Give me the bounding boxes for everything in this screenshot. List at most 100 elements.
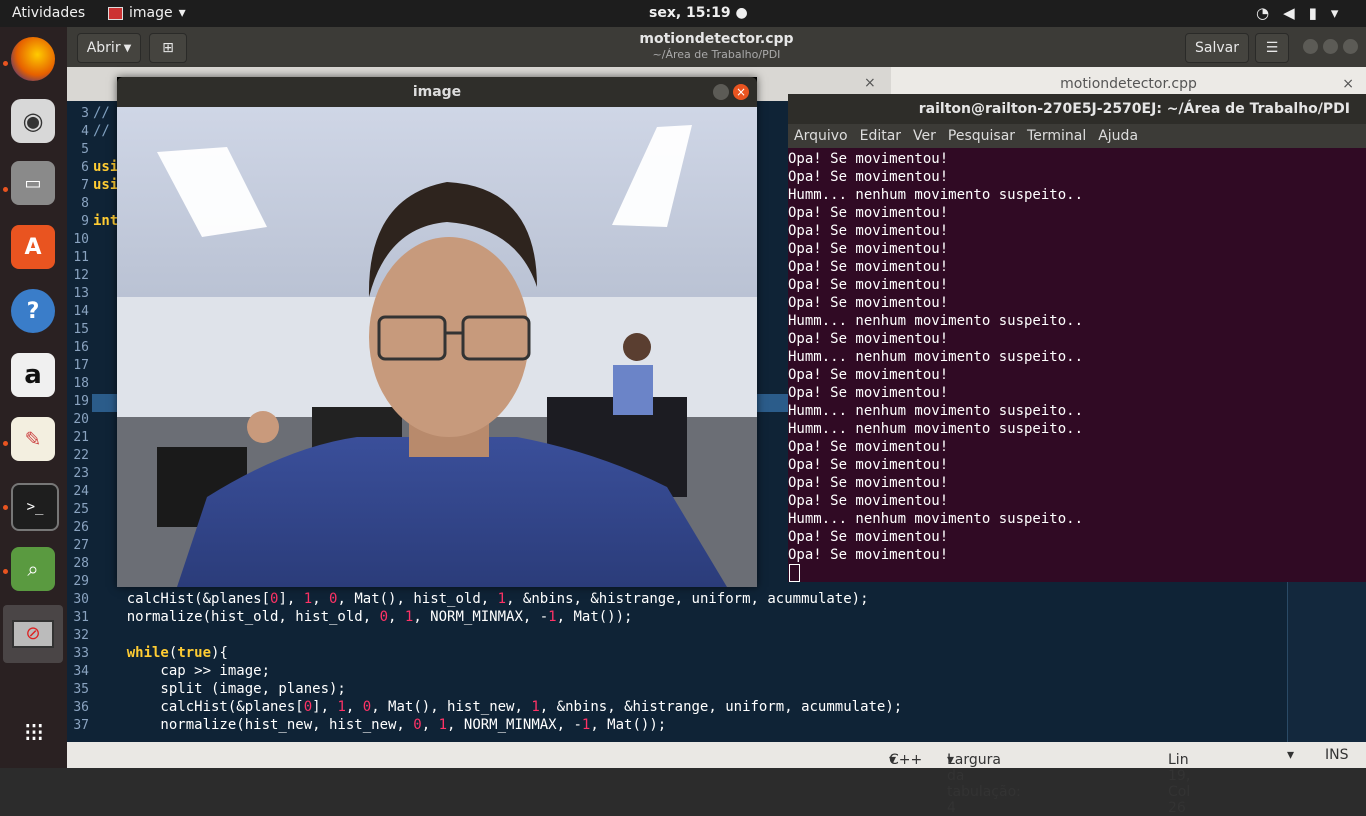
terminal-line: Opa! Se movimentou! [788,385,949,401]
line-number: 5 [81,142,89,157]
code-line: normalize(hist_old, hist_old, 0, 1, NORM… [93,609,633,625]
save-button-label: Salvar [1195,40,1239,56]
close-button[interactable]: × [733,84,749,100]
line-number: 33 [73,646,89,661]
app-grid-icon[interactable]: ⁝⁝⁝ [11,711,55,755]
amazon-icon[interactable]: a [11,353,55,397]
line-number: 21 [73,430,89,445]
line-number: 12 [73,268,89,283]
software-center-icon[interactable]: A [11,225,55,269]
webcam-frame [117,107,757,587]
maximize-button[interactable] [1323,39,1338,54]
speaker-icon[interactable]: ◉ [11,99,55,143]
line-number: 8 [81,196,89,211]
terminal-line: Opa! Se movimentou! [788,547,949,563]
line-number: 29 [73,574,89,589]
close-button[interactable] [1343,39,1358,54]
status-bar: C++ ▾ Largura da tabulação: 4 ▾ Lin 19, … [67,742,1366,816]
running-indicator [3,569,8,574]
line-number: 36 [73,700,89,715]
menu-ver[interactable]: Ver [913,124,936,148]
line-number: 16 [73,340,89,355]
menu-editar[interactable]: Editar [860,124,901,148]
terminal-line: Humm... nenhum movimento suspeito.. [788,421,1084,437]
code-line: calcHist(&planes[0], 1, 0, Mat(), hist_o… [93,591,869,607]
code-line: while(true){ [126,645,228,661]
system-tray[interactable]: ◔ ◀ ▮ ▾ [1256,4,1338,22]
line-number: 9 [81,214,89,229]
running-indicator [3,61,8,66]
terminal-line: Opa! Se movimentou! [788,151,949,167]
terminal-window[interactable]: railton@railton-270E5J-2570EJ: ~/Área de… [788,94,1366,582]
menu-pesquisar[interactable]: Pesquisar [948,124,1015,148]
code-line: // [93,123,110,139]
hamburger-menu-icon: ☰ [1265,40,1279,56]
line-number: 35 [73,682,89,697]
line-number: 28 [73,556,89,571]
menu-arquivo[interactable]: Arquivo [794,124,848,148]
wifi-icon: ◔ [1256,4,1270,22]
chevron-down-icon: ▾ [1330,4,1339,22]
close-icon[interactable]: × [864,75,876,91]
code-line: // [93,105,110,121]
text-editor-icon[interactable]: ✎ [11,417,55,461]
app-menu[interactable]: image ▾ [108,5,186,21]
terminal-icon[interactable]: >_ [11,483,59,531]
files-icon[interactable]: ▭ [11,161,55,205]
line-number: 30 [73,592,89,607]
terminal-menu-bar: Arquivo Editar Ver Pesquisar Terminal Aj… [788,124,1366,148]
line-number: 23 [73,466,89,481]
terminal-line: Opa! Se movimentou! [788,331,949,347]
terminal-line: Opa! Se movimentou! [788,241,949,257]
image-viewer-icon[interactable]: ⌕ [11,547,55,591]
code-line: int [93,213,119,229]
terminal-line: Opa! Se movimentou! [788,493,949,509]
running-indicator [3,187,8,192]
person-background [613,365,653,415]
terminal-line: Humm... nenhum movimento suspeito.. [788,313,1084,329]
minimize-button[interactable] [1303,39,1318,54]
image-window-title[interactable]: image [117,77,757,107]
line-number: 26 [73,520,89,535]
line-number: 31 [73,610,89,625]
line-number: 25 [73,502,89,517]
line-number: 11 [73,250,89,265]
document-title: motiondetector.cpp [639,31,794,47]
insert-mode[interactable]: INS [1325,747,1349,763]
menu-terminal[interactable]: Terminal [1027,124,1086,148]
line-number: 32 [73,628,89,643]
minimize-button[interactable] [713,84,729,100]
line-number: 37 [73,718,89,733]
terminal-line: Opa! Se movimentou! [788,277,949,293]
tab-width-label: Largura da tabulação: 4 [947,752,1021,816]
menu-button[interactable]: ☰ [1255,33,1289,63]
line-number: 18 [73,376,89,391]
chevron-down-icon: ▾ [178,5,186,21]
clock[interactable]: sex, 15:19 ● [649,5,748,21]
line-number: 22 [73,448,89,463]
terminal-output[interactable]: Opa! Se movimentou! Opa! Se movimentou! Hu… [788,150,1366,564]
line-number: 10 [73,232,89,247]
terminal-line: Opa! Se movimentou! [788,223,949,239]
terminal-line: Opa! Se movimentou! [788,205,949,221]
terminal-title-bar[interactable]: railton@railton-270E5J-2570EJ: ~/Área de… [788,94,1366,124]
image-window[interactable]: image × [117,77,757,587]
terminal-line: Humm... nenhum movimento suspeito.. [788,349,1084,365]
app-menu-label: image [129,5,173,21]
help-icon[interactable]: ? [11,289,55,333]
terminal-line: Opa! Se movimentou! [788,529,949,545]
firefox-icon[interactable] [11,37,55,81]
line-number: 13 [73,286,89,301]
person-background [623,333,651,361]
line-number: 27 [73,538,89,553]
code-line: normalize(hist_new, hist_new, 0, 1, NORM… [93,717,667,733]
terminal-title: railton@railton-270E5J-2570EJ: ~/Área de… [918,101,1350,117]
opencv-window-icon[interactable]: ⊘ [3,605,63,663]
terminal-line: Humm... nenhum movimento suspeito.. [788,511,1084,527]
activities-button[interactable]: Atividades [12,5,85,21]
menu-ajuda[interactable]: Ajuda [1098,124,1138,148]
running-indicator [3,505,8,510]
chevron-down-icon[interactable]: ▾ [1287,747,1294,763]
tab-label: motiondetector.cpp [1060,76,1197,92]
save-button[interactable]: Salvar [1185,33,1249,63]
